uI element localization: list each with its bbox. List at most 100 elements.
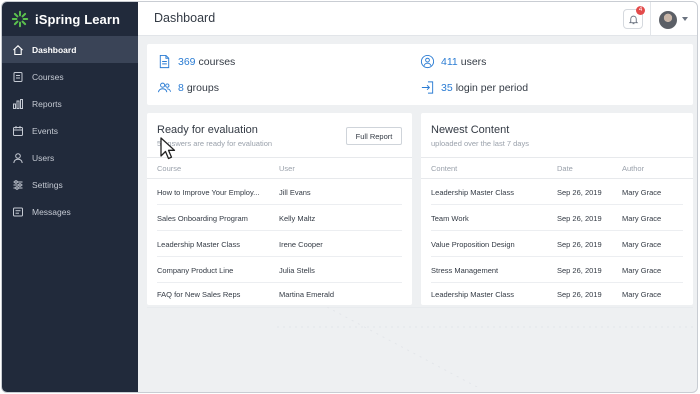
column-header-course[interactable]: Course (157, 164, 181, 173)
chevron-down-icon[interactable] (682, 17, 688, 21)
top-header: Dashboard 4 (138, 2, 697, 36)
notification-badge: 4 (636, 6, 645, 15)
courses-icon (12, 71, 24, 83)
user-cell: Julia Stells (279, 266, 315, 275)
table-row[interactable]: FAQ for New Sales Reps Martina Emerald (147, 281, 412, 307)
stat-groups-label: groups (186, 81, 219, 94)
stat-logins-label: login per period (455, 81, 529, 94)
stat-logins-value: 35 (441, 81, 453, 94)
sidebar-item-label: Courses (32, 71, 64, 82)
document-icon (157, 54, 172, 69)
table-row[interactable]: Value Proposition Design Sep 26, 2019 Ma… (421, 231, 693, 257)
notifications-button[interactable]: 4 (623, 6, 645, 29)
content-cell: Team Work (431, 214, 469, 223)
stat-users[interactable]: 411 users (420, 54, 486, 69)
user-circle-icon (420, 54, 435, 69)
header-divider (650, 2, 651, 35)
newest-content-panel: Newest Content uploaded over the last 7 … (421, 113, 693, 305)
author-cell: Mary Grace (622, 240, 662, 249)
sidebar-item-dashboard[interactable]: Dashboard (2, 36, 138, 63)
date-cell: Sep 26, 2019 (557, 290, 602, 299)
column-header-author[interactable]: Author (622, 164, 644, 173)
table-row[interactable]: Sales Onboarding Program Kelly Maltz (147, 205, 412, 231)
course-cell: How to Improve Your Employ... (157, 188, 260, 197)
sidebar-item-users[interactable]: Users (2, 144, 138, 171)
table-row[interactable]: Leadership Master Class Sep 26, 2019 Mar… (421, 179, 693, 205)
sidebar-item-events[interactable]: Events (2, 117, 138, 144)
column-header-date[interactable]: Date (557, 164, 573, 173)
sidebar-item-settings[interactable]: Settings (2, 171, 138, 198)
full-report-button[interactable]: Full Report (346, 127, 402, 145)
user-cell: Martina Emerald (279, 290, 335, 299)
table-row[interactable]: How to Improve Your Employ... Jill Evans (147, 179, 412, 205)
author-cell: Mary Grace (622, 214, 662, 223)
sidebar-item-label: Users (32, 152, 55, 163)
date-cell: Sep 26, 2019 (557, 188, 602, 197)
stat-groups-value: 8 (178, 81, 184, 94)
stat-users-value: 411 (441, 55, 458, 68)
table-row[interactable]: Leadership Master Class Sep 26, 2019 Mar… (421, 281, 693, 307)
user-cell: Jill Evans (279, 188, 311, 197)
brand-name: iSpring Learn (35, 11, 121, 27)
sidebar: iSpring Learn Dashboard Courses Reports … (2, 2, 138, 392)
stat-courses[interactable]: 369 courses (157, 54, 235, 69)
background-pattern (147, 307, 693, 387)
users-icon (12, 152, 24, 164)
messages-icon (12, 206, 24, 218)
brand[interactable]: iSpring Learn (2, 2, 138, 36)
app-window: iSpring Learn Dashboard Courses Reports … (1, 1, 698, 393)
content-cell: Leadership Master Class (431, 188, 514, 197)
table-row[interactable]: Company Product Line Julia Stells (147, 257, 412, 283)
course-cell: Company Product Line (157, 266, 234, 275)
date-cell: Sep 26, 2019 (557, 240, 602, 249)
date-cell: Sep 26, 2019 (557, 266, 602, 275)
user-cell: Kelly Maltz (279, 214, 316, 223)
reports-icon (12, 98, 24, 110)
avatar[interactable] (659, 11, 677, 29)
sidebar-item-label: Settings (32, 179, 63, 190)
stat-courses-label: courses (198, 55, 236, 68)
settings-icon (12, 179, 24, 191)
home-icon (12, 44, 24, 56)
page-title: Dashboard (154, 11, 216, 25)
panel-subtitle: uploaded over the last 7 days (431, 139, 529, 148)
content-cell: Stress Management (431, 266, 499, 275)
table-row[interactable]: Stress Management Sep 26, 2019 Mary Grac… (421, 257, 693, 283)
content-cell: Value Proposition Design (431, 240, 515, 249)
stat-courses-value: 369 (178, 55, 196, 68)
table-row[interactable]: Team Work Sep 26, 2019 Mary Grace (421, 205, 693, 231)
sidebar-item-label: Messages (32, 206, 71, 217)
author-cell: Mary Grace (622, 188, 662, 197)
mouse-cursor-icon (160, 137, 176, 160)
panel-title: Newest Content (431, 124, 510, 136)
course-cell: Leadership Master Class (157, 240, 240, 249)
course-cell: Sales Onboarding Program (157, 214, 248, 223)
stat-groups[interactable]: 8 groups (157, 80, 219, 95)
ispring-logo-icon (11, 10, 29, 28)
user-cell: Irene Cooper (279, 240, 323, 249)
calendar-icon (12, 125, 24, 137)
sidebar-item-label: Events (32, 125, 58, 136)
course-cell: FAQ for New Sales Reps (157, 290, 241, 299)
sidebar-item-label: Reports (32, 98, 62, 109)
table-header: Content Date Author (421, 157, 693, 179)
column-header-content[interactable]: Content (431, 164, 457, 173)
panel-title: Ready for evaluation (157, 124, 258, 136)
sidebar-item-messages[interactable]: Messages (2, 198, 138, 225)
login-icon (420, 80, 435, 95)
group-icon (157, 80, 172, 95)
column-header-user[interactable]: User (279, 164, 295, 173)
ready-for-evaluation-panel: Ready for evaluation 5 answers are ready… (147, 113, 412, 305)
content-cell: Leadership Master Class (431, 290, 514, 299)
table-header: Course User (147, 157, 412, 179)
stats-card: 369 courses 411 users 8 groups 35 login … (147, 44, 693, 105)
author-cell: Mary Grace (622, 290, 662, 299)
stat-logins[interactable]: 35 login per period (420, 80, 528, 95)
date-cell: Sep 26, 2019 (557, 214, 602, 223)
bell-icon (628, 15, 638, 24)
sidebar-item-courses[interactable]: Courses (2, 63, 138, 90)
sidebar-item-reports[interactable]: Reports (2, 90, 138, 117)
table-row[interactable]: Leadership Master Class Irene Cooper (147, 231, 412, 257)
author-cell: Mary Grace (622, 266, 662, 275)
sidebar-item-label: Dashboard (32, 44, 77, 55)
